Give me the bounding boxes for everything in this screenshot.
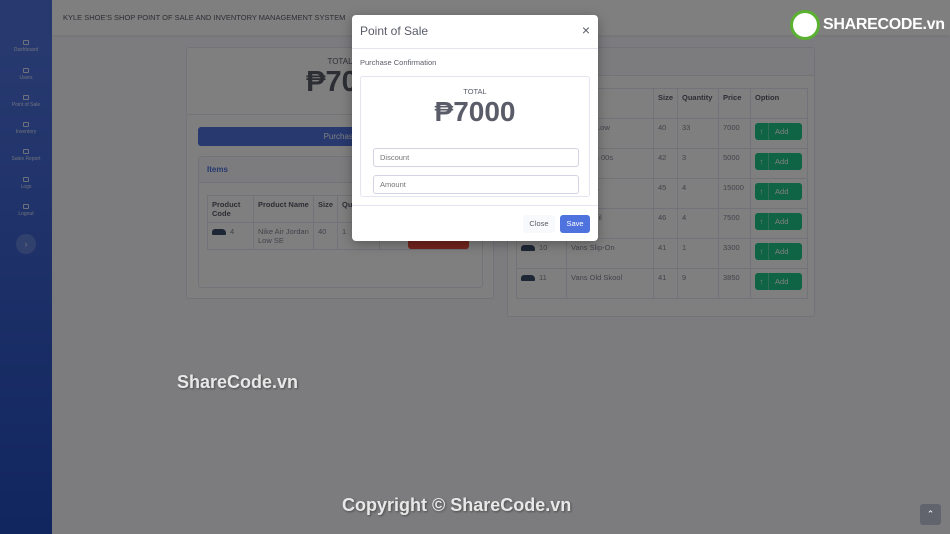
save-button[interactable]: Save [560,215,590,233]
logo-text: SHARECODE.vn [823,16,945,33]
logo-mark-icon [790,10,820,40]
close-button[interactable]: Close [523,215,555,233]
modal-header: Point of Sale × [352,15,598,49]
modal-total-value: ₱7000 [434,96,516,127]
discount-input[interactable] [373,148,579,167]
copyright-watermark: Copyright © ShareCode.vn [342,495,572,515]
close-icon[interactable]: × [582,23,590,37]
chevron-up-icon: ⌃ [926,509,935,519]
amount-input[interactable] [373,175,579,194]
pos-modal: Point of Sale × Purchase Confirmation TO… [352,15,598,241]
confirmation-panel: TOTAL ₱7000 [360,76,590,197]
modal-total-label: TOTAL [463,87,487,96]
modal-title: Point of Sale [360,24,429,38]
sharecode-logo: SHARECODE.vn [790,8,945,42]
modal-footer: Close Save [352,205,598,241]
scroll-to-top-button[interactable]: ⌃ [920,504,941,525]
modal-subtitle: Purchase Confirmation [360,58,437,67]
watermark-text: ShareCode.vn [177,372,299,392]
